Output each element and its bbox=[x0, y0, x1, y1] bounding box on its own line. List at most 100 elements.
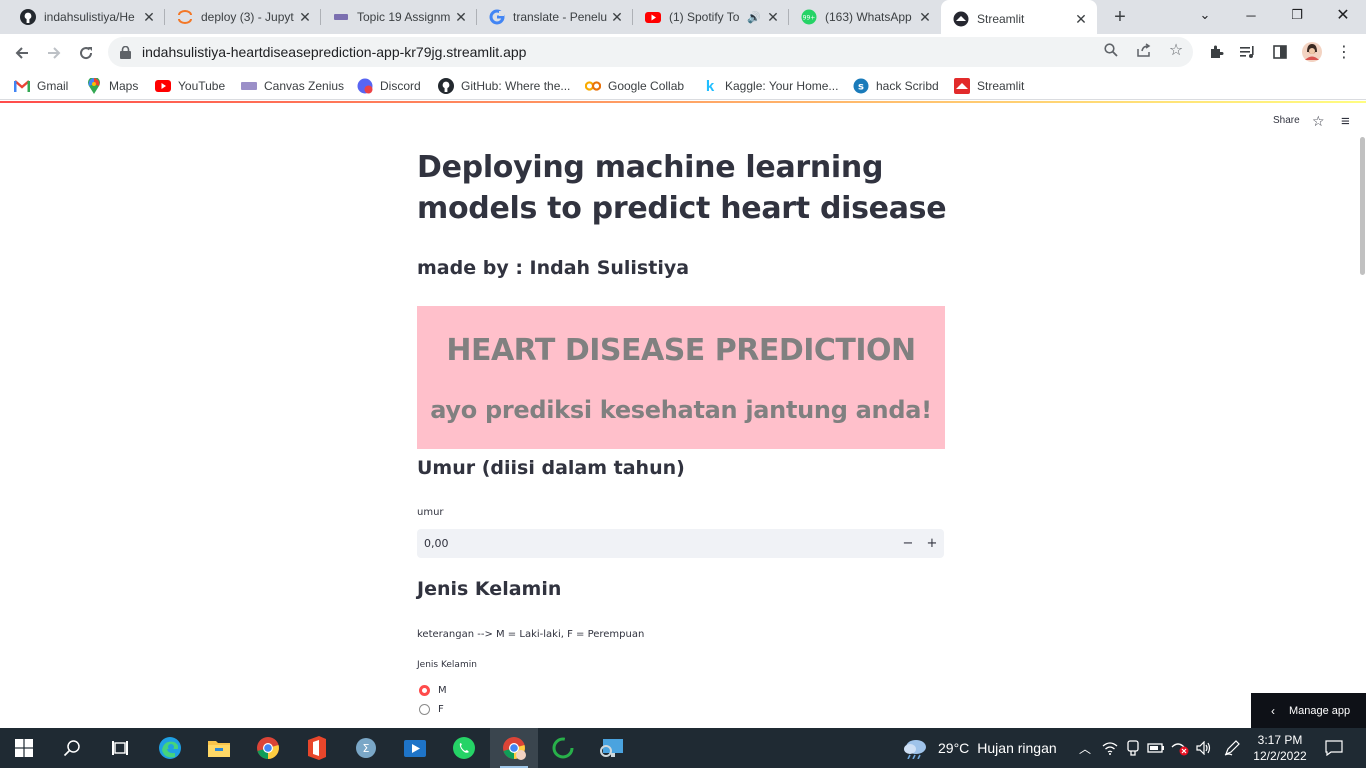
bookmark-discord[interactable]: Discord bbox=[357, 76, 421, 96]
umur-value[interactable]: 0,00 bbox=[424, 537, 449, 550]
taskbar-edge[interactable] bbox=[146, 728, 194, 768]
url-text[interactable]: indahsulistiya-heartdiseaseprediction-ap… bbox=[142, 44, 526, 60]
zenius-icon bbox=[241, 78, 257, 94]
radio-unselected-icon[interactable] bbox=[419, 704, 430, 715]
close-icon[interactable]: ✕ bbox=[297, 9, 313, 25]
manage-app-button[interactable]: ‹ Manage app bbox=[1251, 693, 1366, 728]
chevron-left-icon: ‹ bbox=[1271, 704, 1275, 718]
decrement-button[interactable]: − bbox=[897, 529, 919, 558]
taskbar-loading-app[interactable] bbox=[539, 728, 587, 768]
side-panel-icon[interactable] bbox=[1270, 42, 1290, 62]
taskbar-whatsapp[interactable] bbox=[440, 728, 488, 768]
tab-google-translate[interactable]: translate - Penelu ✕ bbox=[477, 0, 633, 34]
bookmark-google-collab[interactable]: Google Collab bbox=[585, 76, 684, 96]
pen-icon[interactable] bbox=[1223, 739, 1241, 757]
restore-button[interactable]: ❐ bbox=[1274, 0, 1320, 30]
bookmark-youtube[interactable]: YouTube bbox=[155, 76, 225, 96]
close-icon[interactable]: ✕ bbox=[917, 9, 933, 25]
close-icon[interactable]: ✕ bbox=[765, 9, 781, 25]
bookmark-label: Discord bbox=[380, 79, 421, 93]
bookmark-gmail[interactable]: Gmail bbox=[14, 76, 68, 96]
bookmark-github[interactable]: GitHub: Where the... bbox=[438, 76, 570, 96]
extensions-icon[interactable] bbox=[1206, 42, 1226, 62]
tab-zenius[interactable]: Topic 19 Assignm ✕ bbox=[321, 0, 477, 34]
tab-search-chevron-icon[interactable]: ⌄ bbox=[1182, 0, 1228, 30]
taskbar-media-player[interactable] bbox=[391, 728, 439, 768]
chrome-menu-icon[interactable]: ⋮ bbox=[1334, 42, 1354, 62]
tab-streamlit[interactable]: Streamlit ✕ bbox=[941, 0, 1097, 38]
tab-youtube[interactable]: (1) Spotify To 🔊 ✕ bbox=[633, 0, 789, 34]
jupyter-icon bbox=[177, 9, 193, 25]
start-button[interactable] bbox=[0, 728, 48, 768]
share-page-icon[interactable] bbox=[1135, 41, 1153, 59]
forward-button[interactable] bbox=[40, 39, 68, 67]
lock-icon[interactable] bbox=[120, 45, 132, 59]
close-icon[interactable]: ✕ bbox=[609, 9, 625, 25]
system-clock[interactable]: 3:17 PM 12/2/2022 bbox=[1250, 732, 1310, 764]
bookmarks-bar: Gmail Maps YouTube Canvas Zenius Discord… bbox=[0, 72, 1366, 100]
taskbar-remote-desktop[interactable] bbox=[588, 728, 636, 768]
youtube-icon bbox=[645, 9, 661, 25]
bookmark-label: Canvas Zenius bbox=[264, 79, 345, 93]
speaker-icon[interactable]: 🔊 bbox=[747, 11, 761, 24]
star-icon[interactable]: ☆ bbox=[1312, 113, 1325, 130]
address-bar[interactable]: indahsulistiya-heartdiseaseprediction-ap… bbox=[108, 37, 1193, 67]
globe-app-icon: Σ bbox=[356, 738, 376, 758]
streamlit-decoration-bar bbox=[0, 101, 1366, 103]
task-view-button[interactable] bbox=[96, 728, 144, 768]
new-tab-button[interactable]: + bbox=[1108, 5, 1132, 29]
bookmark-canvas-zenius[interactable]: Canvas Zenius bbox=[241, 76, 344, 96]
bookmark-label: GitHub: Where the... bbox=[461, 79, 571, 93]
kaggle-icon: k bbox=[705, 77, 715, 95]
window-close-button[interactable]: ✕ bbox=[1320, 0, 1366, 30]
jenis-kelamin-heading: Jenis Kelamin bbox=[417, 578, 562, 600]
zoom-search-icon[interactable] bbox=[1102, 41, 1120, 59]
tab-title: Streamlit bbox=[977, 12, 1025, 26]
streamlit-icon bbox=[954, 78, 970, 94]
location-icon[interactable] bbox=[1124, 739, 1142, 757]
monitor-icon bbox=[600, 739, 623, 757]
chrome-profile-icon bbox=[503, 737, 526, 760]
taskbar-office[interactable] bbox=[293, 728, 341, 768]
close-icon[interactable]: ✕ bbox=[453, 9, 469, 25]
search-icon bbox=[63, 740, 80, 757]
page-scrollbar[interactable] bbox=[1360, 137, 1365, 275]
task-view-icon bbox=[112, 741, 128, 755]
battery-icon[interactable] bbox=[1147, 739, 1165, 757]
share-button[interactable]: Share bbox=[1273, 115, 1300, 126]
tab-jupyter[interactable]: deploy (3) - Jupyt ✕ bbox=[165, 0, 321, 34]
reload-button[interactable] bbox=[72, 39, 100, 67]
bookmark-kaggle[interactable]: k Kaggle: Your Home... bbox=[702, 76, 839, 96]
taskbar-chrome-active[interactable] bbox=[490, 728, 538, 768]
profile-avatar[interactable] bbox=[1302, 42, 1322, 62]
jenis-kelamin-note: keterangan --> M = Laki-laki, F = Peremp… bbox=[417, 629, 645, 640]
tab-whatsapp[interactable]: 99+ (163) WhatsApp ✕ bbox=[789, 0, 941, 34]
bookmark-star-icon[interactable]: ☆ bbox=[1167, 41, 1185, 59]
network-disconnected-icon[interactable] bbox=[1171, 739, 1189, 757]
search-button[interactable] bbox=[48, 728, 96, 768]
bookmark-hack-scribd[interactable]: s hack Scribd bbox=[853, 76, 939, 96]
back-button[interactable] bbox=[8, 39, 36, 67]
hamburger-menu-icon[interactable]: ≡ bbox=[1341, 113, 1350, 130]
tab-title: indahsulistiya/He bbox=[44, 10, 135, 24]
radio-option-m[interactable]: M bbox=[419, 685, 447, 696]
bookmark-maps[interactable]: Maps bbox=[86, 76, 138, 96]
volume-icon[interactable] bbox=[1195, 739, 1213, 757]
taskbar-chrome[interactable] bbox=[244, 728, 292, 768]
minimize-button[interactable]: ─ bbox=[1228, 0, 1274, 30]
tray-chevron-up-icon[interactable]: ︿ bbox=[1076, 739, 1094, 757]
umur-number-input[interactable]: 0,00 − + bbox=[417, 529, 944, 558]
wifi-icon[interactable] bbox=[1101, 739, 1119, 757]
taskbar-file-explorer[interactable] bbox=[195, 728, 243, 768]
weather-widget[interactable]: 29°C Hujan ringan bbox=[902, 728, 1057, 768]
radio-selected-icon[interactable] bbox=[419, 685, 430, 696]
taskbar-app-globe[interactable]: Σ bbox=[342, 728, 390, 768]
tab-github[interactable]: indahsulistiya/He ✕ bbox=[8, 0, 165, 34]
increment-button[interactable]: + bbox=[921, 529, 943, 558]
close-icon[interactable]: ✕ bbox=[141, 9, 157, 25]
media-controls-icon[interactable] bbox=[1238, 42, 1258, 62]
bookmark-streamlit[interactable]: Streamlit bbox=[954, 76, 1024, 96]
close-icon[interactable]: ✕ bbox=[1073, 11, 1089, 27]
notifications-icon[interactable] bbox=[1324, 739, 1344, 757]
radio-option-f[interactable]: F bbox=[419, 704, 444, 715]
